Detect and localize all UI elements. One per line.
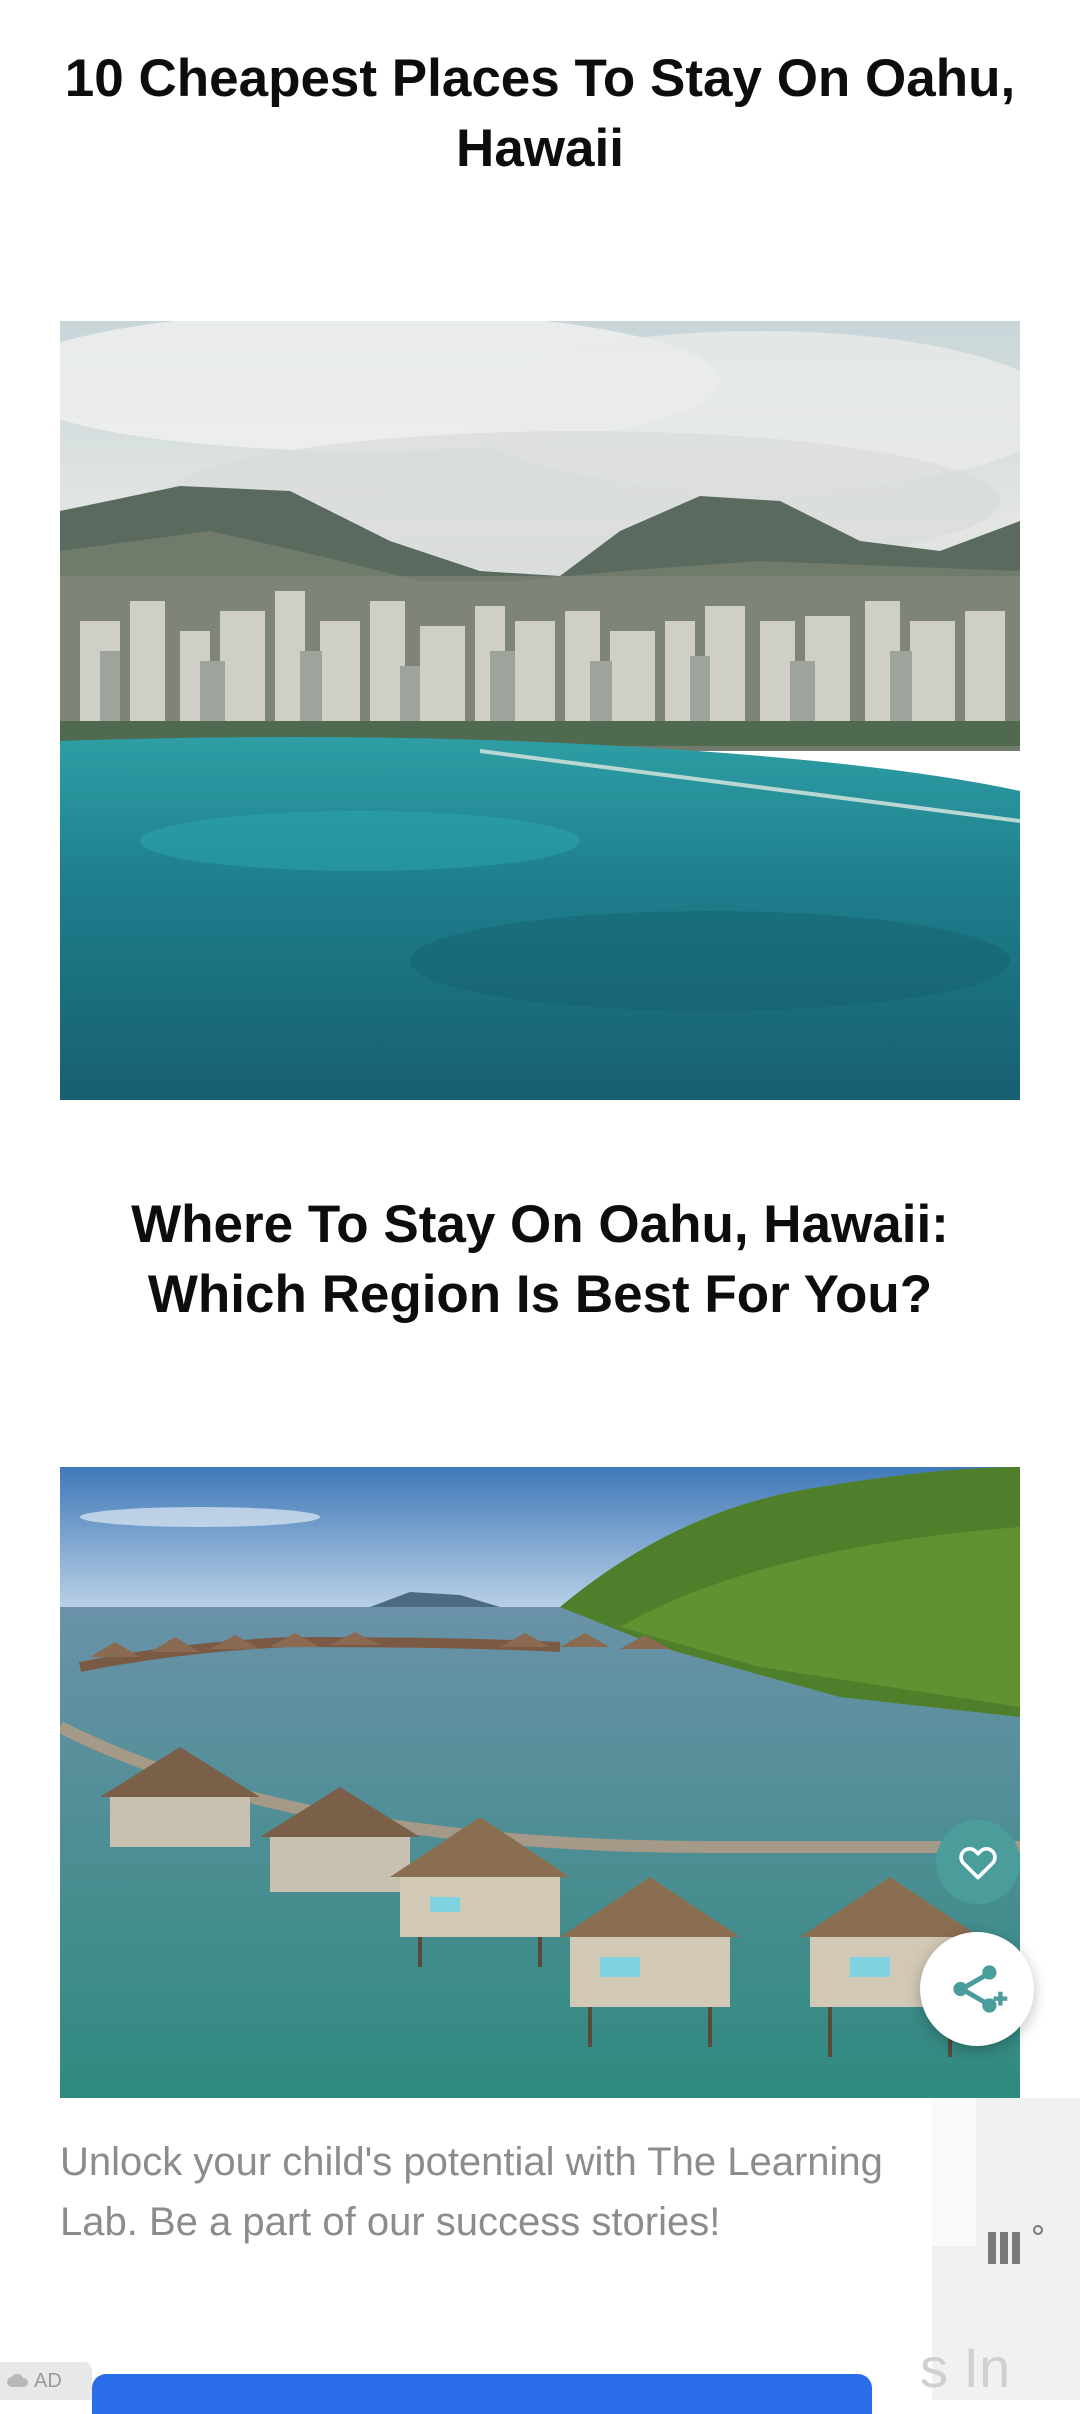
cloud-icon	[7, 2373, 29, 2387]
ad-badge-label: AD	[34, 2369, 62, 2392]
favorite-button[interactable]	[936, 1820, 1020, 1904]
share-button[interactable]	[920, 1932, 1034, 2046]
overwater-bungalows-photo[interactable]	[60, 1467, 1020, 2098]
heart-icon	[959, 1847, 997, 1880]
ad-brand-logo-icon	[988, 2225, 1043, 2264]
share-icon	[953, 1965, 1008, 2013]
honolulu-waikiki-photo[interactable]	[60, 321, 1020, 1100]
ad-edge-text: s In	[920, 2336, 1011, 2399]
article-headline-1[interactable]: 10 Cheapest Places To Stay On Oahu, Hawa…	[60, 44, 1020, 184]
ad-side-strip	[932, 2098, 976, 2246]
ad-badge[interactable]: AD	[0, 2362, 92, 2400]
article-headline-2[interactable]: Where To Stay On Oahu, Hawaii: Which Reg…	[60, 1190, 1020, 1330]
ad-text[interactable]: Unlock your child's potential with The L…	[60, 2132, 890, 2252]
ad-cta-button[interactable]	[92, 2374, 872, 2414]
